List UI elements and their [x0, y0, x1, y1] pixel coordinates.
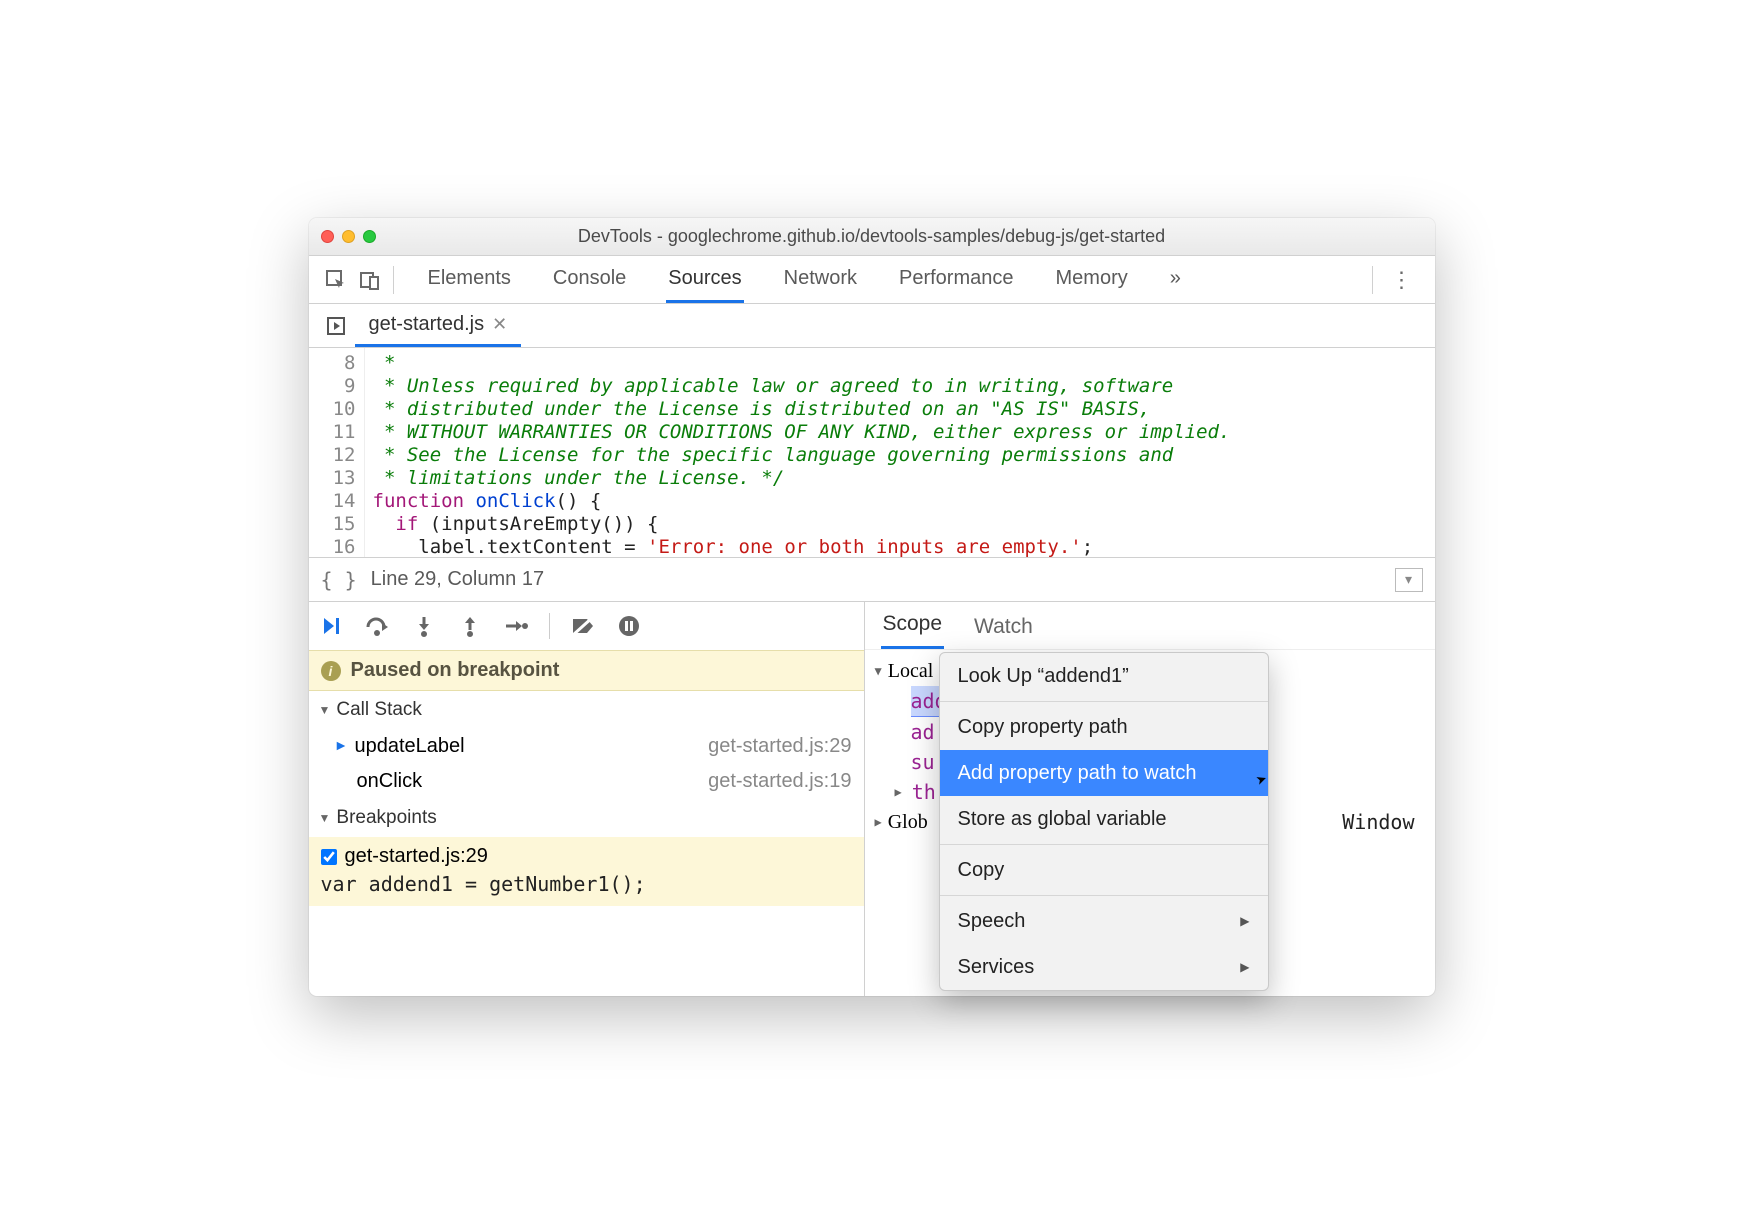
call-stack-header[interactable]: ▼ Call Stack [309, 691, 864, 729]
frame-function: onClick [357, 770, 423, 792]
file-tab-bar: get-started.js ✕ [309, 304, 1435, 348]
tab-memory[interactable]: Memory [1054, 257, 1130, 303]
tab-scope[interactable]: Scope [881, 602, 945, 649]
close-window-button[interactable] [321, 230, 334, 243]
titlebar: DevTools - googlechrome.github.io/devtoo… [309, 218, 1435, 256]
context-menu-item[interactable]: Add property path to watch [940, 750, 1268, 796]
menu-item-label: Copy property path [958, 712, 1128, 742]
toolbar-divider [393, 266, 394, 294]
frame-function: updateLabel [355, 735, 465, 757]
context-menu-item[interactable]: Store as global variable [940, 796, 1268, 842]
paused-banner: i Paused on breakpoint [309, 650, 864, 691]
controls-divider [549, 613, 550, 639]
scope-watch-tabs: Scope Watch [865, 602, 1435, 650]
menu-item-label: Store as global variable [958, 804, 1167, 834]
call-stack-list: updateLabel get-started.js:29 onClick ge… [309, 729, 864, 799]
variable-name: th [912, 777, 936, 807]
statusbar-dropdown-icon[interactable]: ▾ [1395, 568, 1423, 592]
menu-separator [940, 895, 1268, 896]
menu-item-label: Copy [958, 855, 1005, 885]
menu-item-label: Look Up “addend1” [958, 661, 1129, 691]
step-into-icon[interactable] [411, 613, 437, 639]
disclosure-triangle-icon: ▼ [319, 811, 331, 825]
disclosure-triangle-icon: ▶ [875, 807, 882, 837]
paused-label: Paused on breakpoint [351, 659, 560, 682]
context-menu-item[interactable]: Look Up “addend1” [940, 653, 1268, 699]
window-title: DevTools - googlechrome.github.io/devtoo… [309, 226, 1435, 247]
context-menu-item[interactable]: Copy [940, 847, 1268, 893]
inspect-element-icon[interactable] [319, 263, 353, 297]
minimize-window-button[interactable] [342, 230, 355, 243]
breakpoints-title: Breakpoints [336, 807, 436, 829]
context-menu: Look Up “addend1” Copy property path Add… [939, 652, 1269, 991]
file-tab-label: get-started.js [369, 313, 485, 336]
disclosure-triangle-icon: ▶ [895, 777, 902, 807]
pause-on-exceptions-icon[interactable] [616, 613, 642, 639]
breakpoints-header[interactable]: ▼ Breakpoints [309, 799, 864, 837]
step-over-icon[interactable] [365, 613, 391, 639]
editor-statusbar: { } Line 29, Column 17 ▾ [309, 558, 1435, 602]
main-toolbar: Elements Console Sources Network Perform… [309, 256, 1435, 304]
menu-separator [940, 844, 1268, 845]
breakpoint-label: get-started.js:29 [345, 845, 488, 868]
menu-item-label: Speech [958, 906, 1026, 936]
info-icon: i [321, 661, 341, 681]
cursor-position: Line 29, Column 17 [371, 568, 544, 591]
tabs-overflow[interactable]: » [1168, 257, 1183, 303]
disclosure-triangle-icon: ▼ [319, 703, 331, 717]
zoom-window-button[interactable] [363, 230, 376, 243]
code-editor[interactable]: 8910111213141516 * * Unless required by … [309, 348, 1435, 558]
menu-item-label: Add property path to watch [958, 758, 1197, 788]
step-out-icon[interactable] [457, 613, 483, 639]
right-debug-panel: Scope Watch ▼ Local addend1 ad su ▶th ▶ … [865, 602, 1435, 996]
context-menu-item[interactable]: Copy property path [940, 704, 1268, 750]
scope-global-label: Glob [888, 807, 928, 837]
frame-location: get-started.js:29 [708, 735, 851, 758]
resume-icon[interactable] [319, 613, 345, 639]
tab-elements[interactable]: Elements [426, 257, 513, 303]
call-stack-frame[interactable]: updateLabel get-started.js:29 [309, 729, 864, 764]
variable-name: su [911, 747, 935, 777]
breakpoints-list: get-started.js:29 var addend1 = getNumbe… [309, 837, 864, 906]
call-stack-frame[interactable]: onClick get-started.js:19 [309, 764, 864, 799]
pretty-print-icon[interactable]: { } [321, 568, 357, 592]
variable-name: ad [911, 717, 935, 747]
debug-controls [309, 602, 864, 650]
scope-local-label: Local [888, 656, 934, 686]
breakpoint-code: var addend1 = getNumber1(); [321, 872, 852, 896]
menu-separator [940, 701, 1268, 702]
debugger-panels: i Paused on breakpoint ▼ Call Stack upda… [309, 602, 1435, 996]
left-debug-panel: i Paused on breakpoint ▼ Call Stack upda… [309, 602, 865, 996]
tab-console[interactable]: Console [551, 257, 628, 303]
breakpoint-checkbox[interactable] [321, 849, 337, 865]
disclosure-triangle-icon: ▼ [875, 656, 882, 686]
device-toolbar-icon[interactable] [353, 263, 387, 297]
menu-item-label: Services [958, 952, 1035, 982]
breakpoint-item[interactable]: get-started.js:29 var addend1 = getNumbe… [309, 837, 864, 906]
step-icon[interactable] [503, 613, 529, 639]
code-content: * * Unless required by applicable law or… [365, 348, 1231, 557]
frame-location: get-started.js:19 [708, 770, 851, 793]
deactivate-breakpoints-icon[interactable] [570, 613, 596, 639]
devtools-window: DevTools - googlechrome.github.io/devtoo… [309, 218, 1435, 996]
window-controls [321, 230, 376, 243]
tab-sources[interactable]: Sources [666, 257, 743, 303]
file-tab-get-started[interactable]: get-started.js ✕ [355, 304, 522, 347]
scope-tree: ▼ Local addend1 ad su ▶th ▶ Glob Window … [865, 650, 1435, 843]
show-navigator-icon[interactable] [317, 304, 355, 347]
close-tab-icon[interactable]: ✕ [492, 314, 507, 335]
tab-watch[interactable]: Watch [972, 605, 1035, 649]
panel-tabs: Elements Console Sources Network Perform… [426, 257, 1183, 303]
tab-network[interactable]: Network [782, 257, 859, 303]
tab-performance[interactable]: Performance [897, 257, 1016, 303]
call-stack-title: Call Stack [336, 699, 422, 721]
context-menu-item[interactable]: Services [940, 944, 1268, 990]
settings-menu-icon[interactable]: ⋮ [1379, 267, 1425, 293]
toolbar-divider [1372, 266, 1373, 294]
line-gutter: 8910111213141516 [309, 348, 365, 557]
context-menu-item[interactable]: Speech [940, 898, 1268, 944]
scope-global-value: Window [1342, 807, 1424, 837]
